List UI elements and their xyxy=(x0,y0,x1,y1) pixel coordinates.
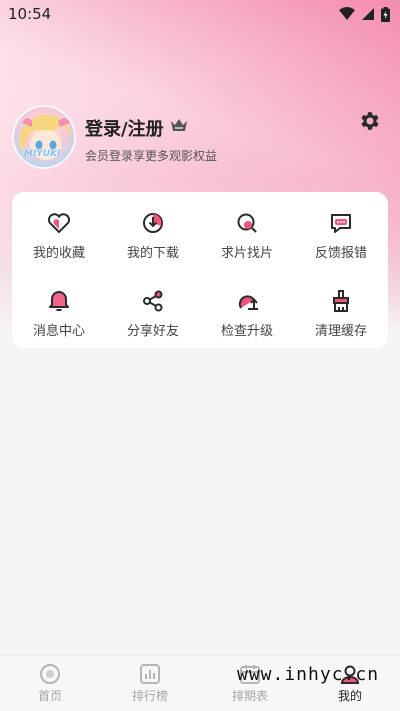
menu-item-favorites[interactable]: 我的收藏 xyxy=(12,196,106,274)
nav-label: 排行榜 xyxy=(131,689,168,703)
menu-label: 检查升级 xyxy=(220,323,273,339)
menu-item-check-update[interactable]: 检查升级 xyxy=(200,274,294,352)
battery-icon xyxy=(381,6,390,22)
upgrade-icon xyxy=(238,294,258,310)
status-icons xyxy=(339,6,390,22)
bell-icon xyxy=(49,290,69,311)
avatar-illustration xyxy=(19,115,72,160)
wifi-icon xyxy=(339,7,355,20)
avatar[interactable]: MIYUKI xyxy=(12,105,76,169)
crown-icon xyxy=(171,119,187,131)
menu-item-share[interactable]: 分享好友 xyxy=(106,274,200,352)
menu-label: 反馈报错 xyxy=(314,245,367,261)
search-film-icon xyxy=(237,213,257,233)
menu-label: 清理缓存 xyxy=(314,323,367,339)
menu-label: 我的下载 xyxy=(126,245,179,261)
status-bar: 10:54 xyxy=(0,0,400,28)
ranking-icon xyxy=(140,664,160,684)
menu-label: 求片找片 xyxy=(220,245,273,261)
avatar-label: MIYUKI xyxy=(24,149,61,159)
broom-icon xyxy=(333,289,349,312)
menu-item-request-film[interactable]: 求片找片 xyxy=(200,196,294,274)
download-icon xyxy=(143,212,163,233)
function-grid: 我的收藏 我的下载 求片找片 反馈报错 消息中心 分享好友 检查升级 清理缓存 xyxy=(12,192,388,348)
menu-label: 我的收藏 xyxy=(32,245,85,261)
share-icon xyxy=(143,290,163,311)
menu-item-clear-cache[interactable]: 清理缓存 xyxy=(294,274,388,352)
watermark: www.inhyc.cn xyxy=(237,664,380,685)
nav-home[interactable]: 首页 xyxy=(0,656,100,711)
status-time: 10:54 xyxy=(8,5,52,23)
login-register-link[interactable]: 登录/注册 xyxy=(85,115,164,141)
signal-icon xyxy=(362,8,374,20)
profile-section: MIYUKI 登录/注册 会员登录享更多观影权益 xyxy=(12,105,388,175)
login-subtitle: 会员登录享更多观影权益 xyxy=(85,149,218,163)
feedback-icon xyxy=(331,213,351,233)
menu-item-messages[interactable]: 消息中心 xyxy=(12,274,106,352)
menu-item-feedback[interactable]: 反馈报错 xyxy=(294,196,388,274)
heart-icon xyxy=(47,212,71,233)
nav-label: 首页 xyxy=(37,689,62,703)
nav-label: 排期表 xyxy=(231,689,268,703)
settings-gear-icon[interactable] xyxy=(358,109,382,133)
menu-label: 消息中心 xyxy=(32,323,85,339)
nav-label: 我的 xyxy=(337,689,362,703)
nav-ranking[interactable]: 排行榜 xyxy=(100,656,200,711)
menu-item-downloads[interactable]: 我的下载 xyxy=(106,196,200,274)
menu-label: 分享好友 xyxy=(126,323,179,339)
home-icon xyxy=(40,664,60,684)
